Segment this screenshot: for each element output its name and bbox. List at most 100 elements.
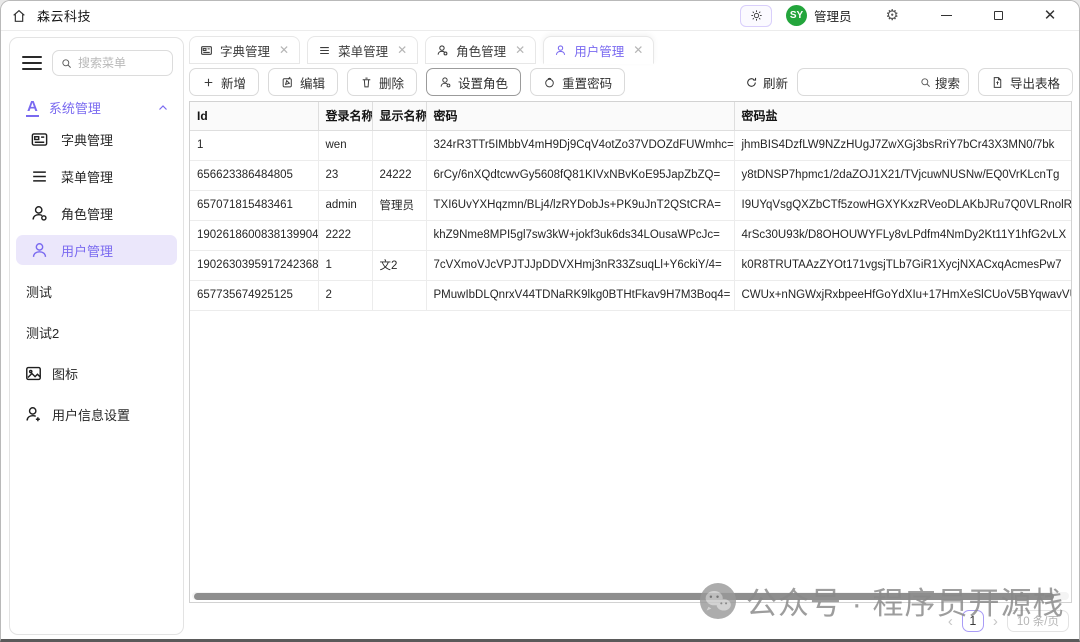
close-tab-icon[interactable]: ✕ bbox=[279, 43, 289, 57]
sidebar-search[interactable] bbox=[52, 50, 173, 76]
reset-password-button[interactable]: 重置密码 bbox=[530, 68, 625, 96]
cell-password: 7cVXmoVJcVPJTJJpDDVXHmj3nR33ZsuqLl+Y6cki… bbox=[426, 250, 734, 280]
column-header-password[interactable]: 密码 bbox=[426, 102, 734, 130]
theme-toggle-button[interactable] bbox=[740, 5, 772, 27]
table-row[interactable]: 656623386484805 23 24222 6rCy/6nXQdtcwvG… bbox=[190, 160, 1071, 190]
role-icon bbox=[439, 76, 452, 89]
button-label: 设置角色 bbox=[458, 73, 508, 92]
search-button[interactable]: 搜索 bbox=[920, 73, 960, 92]
cell-id: 1 bbox=[190, 130, 318, 160]
table-row[interactable]: 1902618600838139904 2222 khZ9Nme8MPI5gl7… bbox=[190, 220, 1071, 250]
column-header-display-name[interactable]: 显示名称 bbox=[372, 102, 426, 130]
cell-display-name bbox=[372, 130, 426, 160]
tab-role[interactable]: 角色管理 ✕ bbox=[425, 36, 536, 64]
column-header-login-name[interactable]: 登录名称 bbox=[318, 102, 372, 130]
cell-login-name: wen bbox=[318, 130, 372, 160]
cell-password-salt: I9UYqVsgQXZbCTf5zowHGXYKxzRVeoDLAKbJRu7Q… bbox=[734, 190, 1071, 220]
sidebar-item-user-info[interactable]: 用户信息设置 bbox=[16, 399, 177, 429]
search-icon bbox=[61, 58, 72, 69]
tab-dict[interactable]: 字典管理 ✕ bbox=[189, 36, 300, 64]
user-name: 管理员 bbox=[814, 6, 852, 25]
sidebar-group-system[interactable]: A 系统管理 bbox=[26, 98, 169, 117]
cell-password-salt: CWUx+nNGWxjRxbpeeHfGoYdXIu+17HmXeSlCUoV5… bbox=[734, 280, 1071, 310]
sidebar-item-label: 用户信息设置 bbox=[52, 405, 130, 424]
sidebar-item-icons[interactable]: 图标 bbox=[16, 358, 177, 388]
menu-lines-icon bbox=[318, 44, 331, 57]
column-header-password-salt[interactable]: 密码盐 bbox=[734, 102, 1071, 130]
prev-page-icon[interactable]: ‹ bbox=[948, 614, 953, 629]
table-row[interactable]: 657735674925125 2 PMuwIbDLQnrxV44TDNaRK9… bbox=[190, 280, 1071, 310]
minimize-icon bbox=[941, 15, 952, 16]
button-label: 导出表格 bbox=[1010, 73, 1060, 92]
set-role-button[interactable]: 设置角色 bbox=[426, 68, 521, 96]
export-file-icon bbox=[991, 76, 1004, 89]
role-icon bbox=[30, 204, 49, 223]
close-tab-icon[interactable]: ✕ bbox=[515, 43, 525, 57]
sidebar-item-menu[interactable]: 菜单管理 bbox=[16, 161, 177, 191]
delete-button[interactable]: 删除 bbox=[347, 68, 417, 96]
minimize-button[interactable] bbox=[927, 4, 965, 28]
user-table: Id 登录名称 显示名称 密码 密码盐 1 wen 324rR3TTr5IMbb… bbox=[190, 102, 1071, 311]
table-search: 搜索 bbox=[797, 68, 969, 96]
home-icon[interactable] bbox=[11, 8, 27, 24]
add-button[interactable]: 新增 bbox=[189, 68, 259, 96]
table-search-input[interactable] bbox=[798, 75, 920, 89]
sidebar-search-input[interactable] bbox=[78, 56, 164, 70]
font-a-icon: A bbox=[26, 99, 39, 117]
user-chip[interactable]: SY 管理员 bbox=[786, 5, 872, 26]
sidebar: A 系统管理 字典管理 菜单管理 角色管理 用户管理 测试 测试2 图标 bbox=[9, 37, 184, 635]
sun-icon bbox=[750, 9, 763, 22]
tab-label: 字典管理 bbox=[220, 41, 270, 60]
current-page[interactable]: 1 bbox=[962, 610, 984, 632]
gear-icon[interactable]: ⚙ bbox=[886, 8, 899, 23]
app-window: 森云科技 SY 管理员 ⚙ ✕ A 系统管理 bbox=[0, 0, 1080, 642]
person-icon bbox=[554, 44, 567, 57]
close-button[interactable]: ✕ bbox=[1031, 4, 1069, 28]
sidebar-item-user[interactable]: 用户管理 bbox=[16, 235, 177, 265]
close-tab-icon[interactable]: ✕ bbox=[633, 43, 643, 57]
next-page-icon[interactable]: › bbox=[993, 614, 998, 629]
cell-id: 657071815483461 bbox=[190, 190, 318, 220]
button-label: 刷新 bbox=[763, 73, 788, 92]
sidebar-item-role[interactable]: 角色管理 bbox=[16, 198, 177, 228]
cell-login-name: 2222 bbox=[318, 220, 372, 250]
maximize-icon bbox=[994, 11, 1003, 20]
button-label: 新增 bbox=[221, 73, 246, 92]
image-icon bbox=[24, 364, 43, 383]
tabbar: 字典管理 ✕ 菜单管理 ✕ 角色管理 ✕ 用户管理 ✕ bbox=[189, 36, 654, 64]
refresh-button[interactable]: 刷新 bbox=[745, 73, 788, 92]
table-header-row: Id 登录名称 显示名称 密码 密码盐 bbox=[190, 102, 1071, 130]
cell-password-salt: 4rSc30U93k/D8OHOUWYFLy8vLPdfm4NmDy2Kt11Y… bbox=[734, 220, 1071, 250]
dictionary-icon bbox=[30, 130, 49, 149]
chevron-up-icon bbox=[157, 102, 169, 114]
tab-menu[interactable]: 菜单管理 ✕ bbox=[307, 36, 418, 64]
cell-password: PMuwIbDLQnrxV44TDNaRK9lkg0BTHtFkav9H7M3B… bbox=[426, 280, 734, 310]
cell-display-name: 管理员 bbox=[372, 190, 426, 220]
button-label: 删除 bbox=[379, 73, 404, 92]
person-plus-icon bbox=[24, 405, 43, 424]
maximize-button[interactable] bbox=[979, 4, 1017, 28]
button-label: 重置密码 bbox=[562, 73, 612, 92]
sidebar-collapse-button[interactable] bbox=[22, 54, 42, 72]
tab-user[interactable]: 用户管理 ✕ bbox=[543, 36, 654, 64]
table-row[interactable]: 1902630395917242368 1 文2 7cVXmoVJcVPJTJJ… bbox=[190, 250, 1071, 280]
page-size-select[interactable]: 10 条/页 bbox=[1007, 610, 1069, 632]
edit-button[interactable]: 编辑 bbox=[268, 68, 338, 96]
table-row[interactable]: 1 wen 324rR3TTr5IMbbV4mH9Dj9CqV4otZo37VD… bbox=[190, 130, 1071, 160]
button-label: 编辑 bbox=[300, 73, 325, 92]
sidebar-item-test2[interactable]: 测试2 bbox=[16, 317, 177, 347]
export-button[interactable]: 导出表格 bbox=[978, 68, 1073, 96]
reset-icon bbox=[543, 76, 556, 89]
close-tab-icon[interactable]: ✕ bbox=[397, 43, 407, 57]
table-row[interactable]: 657071815483461 admin 管理员 TXI6UvYXHqzmn/… bbox=[190, 190, 1071, 220]
column-header-id[interactable]: Id bbox=[190, 102, 318, 130]
cell-password: 6rCy/6nXQdtcwvGy5608fQ81KIVxNBvKoE95JapZ… bbox=[426, 160, 734, 190]
sidebar-item-dict[interactable]: 字典管理 bbox=[16, 124, 177, 154]
horizontal-scrollbar-thumb[interactable] bbox=[194, 593, 1054, 600]
cell-id: 1902630395917242368 bbox=[190, 250, 318, 280]
sidebar-item-test[interactable]: 测试 bbox=[16, 276, 177, 306]
cell-display-name: 24222 bbox=[372, 160, 426, 190]
avatar: SY bbox=[786, 5, 807, 26]
close-icon: ✕ bbox=[1044, 8, 1057, 23]
sidebar-group-label: 系统管理 bbox=[49, 98, 101, 117]
